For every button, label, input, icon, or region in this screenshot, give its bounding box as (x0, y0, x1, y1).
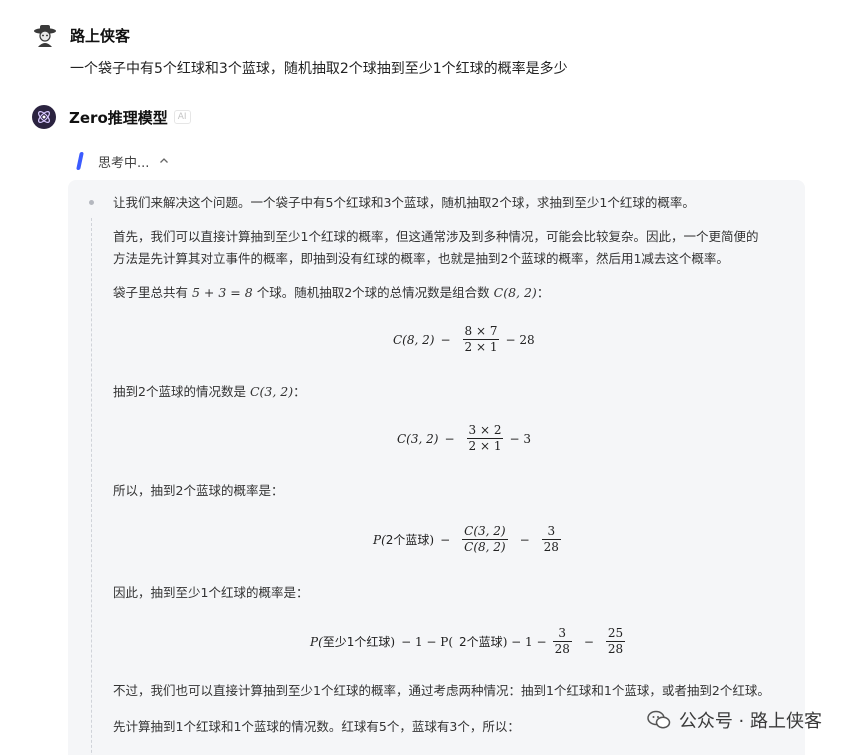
p3-suffix: ： (536, 285, 550, 300)
thinking-panel: 让我们来解决这个问题。一个袋子中有5个红球和3个蓝球，随机抽取2个球，求抽到至少… (68, 180, 805, 755)
eq3-numerator: C(3, 2) (464, 524, 506, 538)
thinking-indicator-bar (76, 152, 84, 170)
eq3-lhs-text: 2个蓝球 (385, 532, 430, 547)
paragraph-3: 袋子里总共有 5 + 3 = 8 个球。随机抽取2个球的总情况数是组合数 C(8… (113, 282, 549, 304)
atom-logo-icon (38, 111, 50, 123)
eq3-lhs-open: P( (373, 532, 386, 547)
p4-suffix: ： (293, 384, 306, 399)
eq2-lhs: C(3, 2) (397, 431, 439, 446)
p3-math-comb: C(8, 2) (493, 285, 537, 300)
user-message: 一个袋子中有5个红球和3个蓝球，随机抽取2个球抽到至少1个红球的概率是多少 (70, 61, 568, 77)
watermark-text: 公众号 · 路上侠客 (678, 711, 822, 732)
paragraph-6: 因此，抽到至少1个红球的概率是： (113, 585, 309, 600)
bullet-dot (89, 200, 94, 205)
chevron-up-icon[interactable] (159, 156, 169, 166)
eq4-fraction: 3 28 (552, 626, 572, 657)
bot-name: Zero推理模型 (69, 108, 168, 127)
cowboy-avatar-icon (34, 25, 56, 47)
p3-prefix: 袋子里总共有 (113, 285, 189, 300)
watermark: 公众号 · 路上侠客 (647, 707, 822, 733)
eq4-fraction-2: 25 28 (605, 626, 626, 657)
paragraph-7: 不过，我们也可以直接计算抽到至少1个红球的概率，通过考虑两种情况：抽到1个红球和… (113, 683, 770, 698)
eq3-op2: − (519, 532, 530, 547)
eq4-lhs-close: ) (390, 634, 396, 649)
eq2-op: − (444, 431, 455, 446)
paragraph-5: 所以，抽到2个蓝球的概率是： (113, 483, 284, 498)
eq2-fraction: 3 × 2 2 × 1 (466, 423, 504, 454)
eq4-numerator-2: 25 (607, 626, 624, 640)
eq3-lhs-close: ) (429, 532, 435, 547)
paragraph-2a: 首先，我们可以直接计算抽到至少1个红球的概率，但这通常涉及到多种情况，可能会比较… (113, 229, 759, 244)
paragraph-2b: 方法是先计算其对立事件的概率，即抽到没有红球的概率，也就是抽到2个蓝球的概率，然… (113, 251, 729, 266)
equation-3: P(2个蓝球) − C(3, 2) C(8, 2) − 3 28 (373, 524, 567, 555)
eq4-op2: − (583, 634, 594, 649)
eq1-numerator: 8 × 7 (464, 324, 498, 338)
eq3-fraction-2: 3 28 (541, 524, 561, 555)
paragraph-1: 让我们来解决这个问题。一个袋子中有5个红球和3个蓝球，随机抽取2个球，求抽到至少… (113, 195, 695, 210)
p4-prefix: 抽到2个蓝球的情况数是 (113, 384, 246, 399)
eq4-mid-text: 2个蓝球 (459, 634, 503, 649)
eq3-op: − (440, 532, 451, 547)
eq1-lhs: C(8, 2) (393, 332, 435, 347)
p3-math-sum: 5 + 3 = 8 (192, 285, 253, 300)
eq1-op: − (440, 332, 451, 347)
wechat-icon (647, 710, 671, 729)
paragraph-4: 抽到2个蓝球的情况数是 C(3, 2)： (113, 381, 306, 403)
bot-header: Zero推理模型 AI (32, 104, 191, 130)
eq2-denominator: 2 × 1 (466, 438, 504, 453)
eq4-mid-close: ) − 1 − (502, 634, 547, 649)
eq4-lhs-text: 至少1个红球 (322, 634, 391, 649)
equation-2: C(3, 2) − 3 × 2 2 × 1 − 3 (397, 423, 531, 454)
eq1-denominator: 2 × 1 (462, 339, 500, 354)
eq1-fraction: 8 × 7 2 × 1 (462, 324, 500, 355)
paragraph-8: 先计算抽到1个红球和1个蓝球的情况数。红球有5个，蓝球有3个，所以： (113, 719, 520, 734)
eq3-denominator: C(8, 2) (462, 539, 508, 554)
eq3-fraction: C(3, 2) C(8, 2) (462, 524, 508, 555)
p3-middle: 个球。随机抽取2个球的总情况数是组合数 (256, 285, 490, 300)
thread-line (91, 218, 92, 755)
eq2-numerator: 3 × 2 (468, 423, 502, 437)
equation-1: C(8, 2) − 8 × 7 2 × 1 − 28 (393, 324, 535, 355)
eq4-mid: − 1 − P( (401, 634, 454, 649)
equation-4: P(至少1个红球) − 1 − P( 2个蓝球) − 1 − 3 28 − 25 … (310, 626, 631, 657)
user-name: 路上侠客 (70, 26, 131, 45)
thinking-toggle[interactable]: 思考中... (76, 150, 169, 172)
eq2-rhs: − 3 (509, 431, 531, 446)
eq1-rhs: − 28 (505, 332, 535, 347)
bot-avatar[interactable] (32, 105, 56, 129)
p4-math: C(3, 2) (249, 384, 294, 399)
ai-badge: AI (173, 110, 191, 124)
eq3-numerator-2: 3 (547, 524, 556, 538)
eq4-denominator-2: 28 (605, 641, 626, 656)
eq4-lhs-open: P( (310, 634, 323, 649)
eq4-denominator: 28 (552, 641, 572, 656)
user-avatar[interactable] (32, 22, 58, 48)
thinking-label: 思考中... (98, 155, 150, 171)
eq3-denominator-2: 28 (541, 539, 561, 554)
user-header: 路上侠客 (32, 22, 130, 48)
eq4-numerator: 3 (558, 626, 567, 640)
